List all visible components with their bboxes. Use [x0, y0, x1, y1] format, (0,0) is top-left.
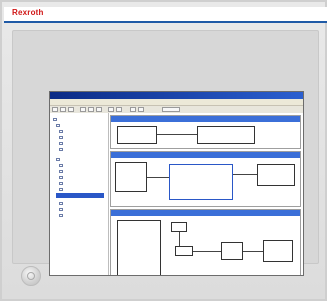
- tree-item-selected[interactable]: [56, 193, 104, 198]
- tree-item[interactable]: [56, 157, 62, 162]
- workspace: [50, 113, 303, 275]
- connector-line: [147, 177, 169, 178]
- file-icon: [59, 130, 63, 134]
- file-icon: [59, 214, 63, 218]
- panel-bottom: [110, 209, 301, 275]
- panel-mid-header: [111, 152, 300, 158]
- tree-item[interactable]: [59, 213, 65, 218]
- paste-icon[interactable]: [96, 107, 102, 112]
- redo-icon[interactable]: [116, 107, 122, 112]
- connector-line: [157, 134, 197, 135]
- panel-top-header: [111, 116, 300, 122]
- run-icon[interactable]: [130, 107, 136, 112]
- connector-line: [243, 251, 263, 252]
- screen-bezel: [12, 30, 319, 276]
- file-icon: [59, 208, 63, 212]
- tree-item[interactable]: [56, 123, 62, 128]
- panel-mid: [110, 151, 301, 207]
- open-icon[interactable]: [60, 107, 66, 112]
- folder-icon: [56, 158, 60, 162]
- dialog-box: [169, 164, 233, 200]
- brand-logo-text: Rexroth: [12, 8, 44, 17]
- block-box: [263, 240, 293, 262]
- folder-icon: [53, 118, 57, 122]
- tree-item[interactable]: [59, 147, 65, 152]
- file-icon: [59, 202, 63, 206]
- device-logo-icon: [27, 272, 35, 280]
- undo-icon[interactable]: [108, 107, 114, 112]
- device-frame: Rexroth: [0, 0, 327, 301]
- block-box: [221, 242, 243, 260]
- cut-icon[interactable]: [80, 107, 86, 112]
- block-box: [175, 246, 193, 256]
- tree-item[interactable]: [59, 201, 65, 206]
- window-titlebar: [50, 92, 303, 99]
- file-icon: [59, 182, 63, 186]
- folder-icon: [56, 124, 60, 128]
- file-icon: [59, 148, 63, 152]
- tree-item[interactable]: [53, 117, 59, 122]
- block-box: [257, 164, 295, 186]
- tree-item[interactable]: [59, 135, 65, 140]
- panel-top: [110, 115, 301, 149]
- tree-item[interactable]: [59, 163, 65, 168]
- block-box: [197, 126, 255, 144]
- display-screen: [49, 91, 304, 276]
- block-box: [171, 222, 187, 232]
- block-box: [117, 126, 157, 144]
- device-logo-badge: [21, 266, 41, 286]
- tree-item[interactable]: [59, 187, 65, 192]
- tree-item[interactable]: [59, 129, 65, 134]
- new-icon[interactable]: [52, 107, 58, 112]
- connector-line: [179, 232, 180, 246]
- project-tree: [50, 113, 109, 275]
- tree-item[interactable]: [59, 181, 65, 186]
- file-icon: [59, 136, 63, 140]
- stop-icon[interactable]: [138, 107, 144, 112]
- tree-item[interactable]: [59, 175, 65, 180]
- connector-line: [233, 174, 257, 175]
- tree-item[interactable]: [59, 207, 65, 212]
- tree-item[interactable]: [59, 169, 65, 174]
- list-box: [117, 220, 161, 275]
- tree-item[interactable]: [59, 141, 65, 146]
- brand-bar: Rexroth: [4, 7, 327, 23]
- save-icon[interactable]: [68, 107, 74, 112]
- file-icon: [59, 170, 63, 174]
- panel-bottom-header: [111, 210, 300, 216]
- connector-line: [193, 251, 221, 252]
- file-icon: [59, 142, 63, 146]
- file-icon: [59, 188, 63, 192]
- block-box: [115, 162, 147, 192]
- file-icon: [59, 164, 63, 168]
- toolbar-dropdown[interactable]: [162, 107, 180, 112]
- copy-icon[interactable]: [88, 107, 94, 112]
- file-icon: [59, 176, 63, 180]
